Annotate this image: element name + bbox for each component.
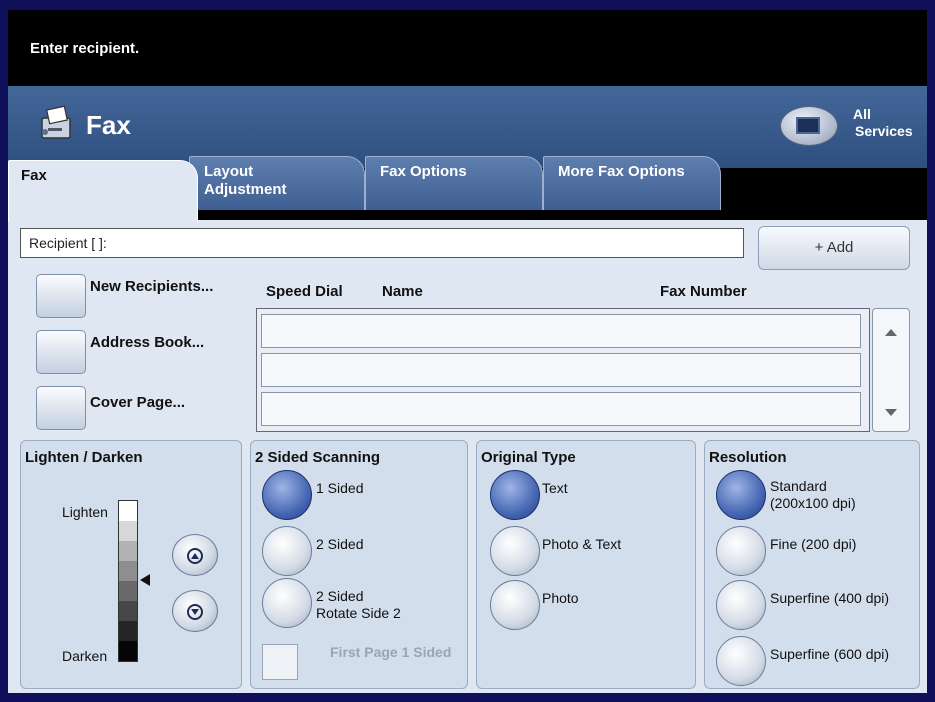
radio-2-sided-rotate[interactable] <box>262 578 312 628</box>
page-title: Fax <box>86 110 131 140</box>
tab-layout-adjustment[interactable]: Layout Adjustment <box>189 156 365 210</box>
address-book-button[interactable] <box>36 330 86 374</box>
name-header: Name <box>382 283 423 300</box>
recipient-input[interactable]: Recipient [ ]: <box>20 228 744 258</box>
radio-text[interactable] <box>490 470 540 520</box>
lighten-label: Lighten <box>62 504 108 520</box>
radio-1-sided[interactable] <box>262 470 312 520</box>
radio-standard[interactable] <box>716 470 766 520</box>
darkness-scale <box>118 500 138 662</box>
cover-page-label: Cover Page... <box>90 394 186 411</box>
recipient-list <box>256 308 870 432</box>
radio-fine[interactable] <box>716 526 766 576</box>
option-label: Superfine (600 dpi) <box>770 646 890 662</box>
option-label: 1 Sided <box>316 480 364 496</box>
option-label: Photo & Text <box>542 536 622 552</box>
message-text: Enter recipient. <box>30 40 140 57</box>
option-label: 2 Sided Rotate Side 2 <box>316 588 401 621</box>
tab-more-fax-options[interactable]: More Fax Options <box>543 156 721 210</box>
all-services-button[interactable] <box>780 106 838 146</box>
tab-fax-options[interactable]: Fax Options <box>365 156 543 210</box>
scroll-down-icon[interactable] <box>885 409 897 416</box>
add-button[interactable]: + Add <box>758 226 910 270</box>
original-type-title: Original Type <box>481 449 576 466</box>
list-item[interactable] <box>261 392 861 426</box>
radio-photo-text[interactable] <box>490 526 540 576</box>
darken-down-button[interactable] <box>172 590 218 632</box>
radio-superfine-600[interactable] <box>716 636 766 686</box>
list-item[interactable] <box>261 314 861 348</box>
option-label: Text <box>542 480 568 496</box>
up-arrow-icon <box>187 548 203 564</box>
lighten-darken-title: Lighten / Darken <box>25 449 143 466</box>
radio-2-sided[interactable] <box>262 526 312 576</box>
list-item[interactable] <box>261 353 861 387</box>
radio-photo[interactable] <box>490 580 540 630</box>
tab-fax[interactable]: Fax <box>8 160 198 222</box>
message-bar: Enter recipient. <box>8 10 927 86</box>
grid-icon <box>796 117 820 134</box>
level-pointer-icon <box>140 574 150 586</box>
fax-number-header: Fax Number <box>660 283 747 300</box>
cover-page-button[interactable] <box>36 386 86 430</box>
lighten-up-button[interactable] <box>172 534 218 576</box>
speed-dial-header: Speed Dial <box>266 283 343 300</box>
first-page-checkbox[interactable] <box>262 644 298 680</box>
fax-icon <box>41 105 71 139</box>
radio-superfine-400[interactable] <box>716 580 766 630</box>
address-book-label: Address Book... <box>90 334 205 351</box>
list-scrollbar[interactable] <box>872 308 910 432</box>
all-services-label[interactable]: All Services <box>853 106 913 140</box>
new-recipients-label: New Recipients... <box>90 278 214 295</box>
option-label: Fine (200 dpi) <box>770 536 857 552</box>
option-label: Photo <box>542 590 579 606</box>
scroll-up-icon[interactable] <box>885 329 897 336</box>
option-label: Superfine (400 dpi) <box>770 590 890 606</box>
new-recipients-button[interactable] <box>36 274 86 318</box>
option-label: 2 Sided <box>316 536 364 552</box>
darken-label: Darken <box>62 648 108 664</box>
resolution-title: Resolution <box>709 449 787 466</box>
first-page-label: First Page 1 Sided <box>330 644 452 660</box>
down-arrow-icon <box>187 604 203 620</box>
option-label: Standard (200x100 dpi) <box>770 478 856 511</box>
two-sided-title: 2 Sided Scanning <box>255 449 381 466</box>
